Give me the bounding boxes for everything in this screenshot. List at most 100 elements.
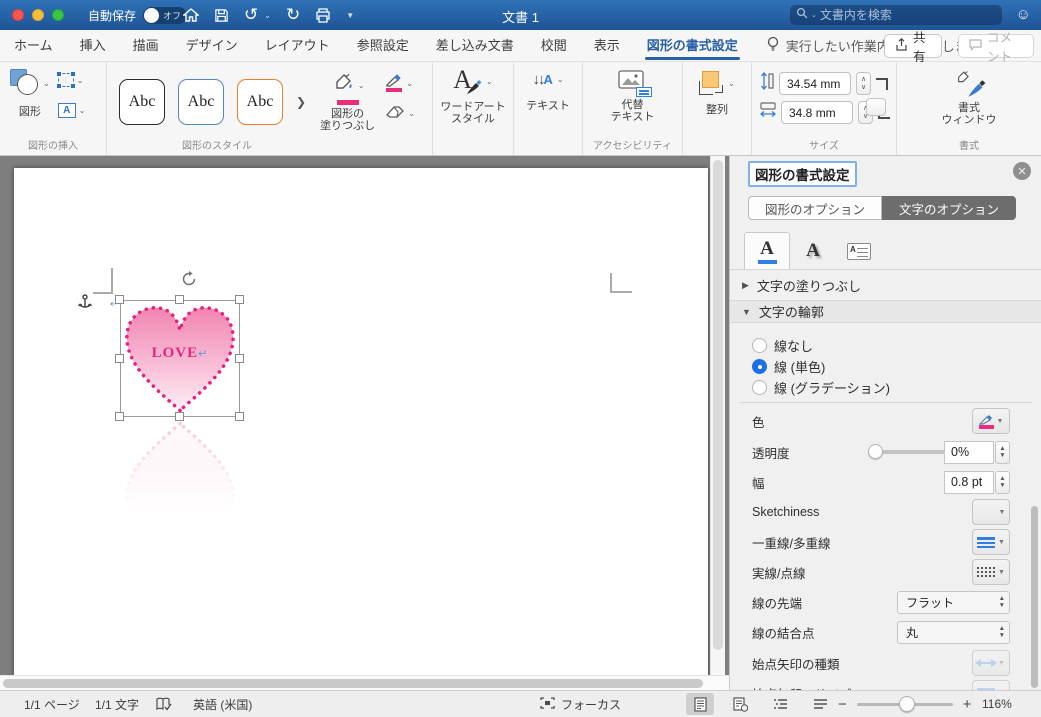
join-type-select[interactable]: 丸 ▲ ▼	[897, 620, 1010, 644]
compound-type-dropdown[interactable]: ▼	[972, 529, 1010, 555]
section-text-fill[interactable]: ▶ 文字の塗りつぶし	[730, 274, 1041, 297]
text-layout-tab[interactable]: A	[836, 232, 882, 270]
shape-style-blue[interactable]: Abc	[178, 79, 224, 125]
lock-aspect-ratio-button[interactable]	[866, 98, 886, 116]
spellcheck-icon[interactable]	[156, 691, 172, 717]
shape-outline-button[interactable]: ⌄	[385, 74, 415, 92]
tab-text-options[interactable]: 文字のオプション	[882, 196, 1017, 220]
word-count[interactable]: 1/1 文字	[95, 691, 139, 717]
zoom-in-icon[interactable]: +	[963, 696, 972, 713]
cap-type-select[interactable]: フラット ▲ ▼	[897, 590, 1010, 614]
save-icon[interactable]	[214, 8, 229, 23]
selection-handle-sw[interactable]	[115, 412, 124, 421]
pane-scrollbar-thumb[interactable]	[1031, 506, 1038, 688]
outline-view-button[interactable]	[766, 693, 794, 715]
shape-style-black[interactable]: Abc	[119, 79, 165, 125]
customize-toolbar-icon[interactable]: ▼	[346, 11, 354, 20]
shape-style-orange[interactable]: Abc	[237, 79, 283, 125]
format-pane-button[interactable]: 書式 ウィンドウ	[897, 62, 1041, 126]
undo-icon[interactable]: ↺	[244, 4, 258, 26]
width-stepper[interactable]: ▲ ▼	[995, 470, 1010, 494]
comments-button[interactable]: コメント	[958, 31, 1034, 64]
tab-shape-format[interactable]: 図形の書式設定	[644, 30, 740, 62]
zoom-out-icon[interactable]: −	[838, 696, 847, 713]
focus-mode-button[interactable]: フォーカス	[540, 691, 621, 717]
radio-solid-line[interactable]: 線 (単色)	[752, 357, 825, 376]
home-icon[interactable]	[183, 7, 199, 23]
feedback-smiley-icon[interactable]: ☺	[1016, 6, 1031, 23]
text-effects-tab[interactable]: A	[790, 232, 836, 270]
search-box[interactable]: ⌄	[790, 5, 1002, 25]
radio-gradient-line[interactable]: 線 (グラデーション)	[752, 378, 890, 397]
sketchiness-dropdown[interactable]: ▼	[972, 499, 1010, 525]
gallery-more-icon[interactable]: ❯	[296, 95, 306, 109]
tab-insert[interactable]: 挿入	[80, 30, 106, 62]
zoom-slider-knob[interactable]	[898, 695, 915, 712]
rotation-handle[interactable]	[181, 271, 197, 292]
selection-handle-nw[interactable]	[115, 295, 124, 304]
arrange-button[interactable]: ⌄ 整列	[683, 62, 751, 117]
print-layout-view-button[interactable]	[686, 693, 714, 715]
insert-shape-button[interactable]: ⌄ 図形	[10, 69, 50, 119]
horizontal-scrollbar[interactable]	[0, 675, 729, 690]
shape-fill-button[interactable]: ⌄ 図形の 塗りつぶし	[320, 72, 375, 132]
undo-dropdown-icon[interactable]: ⌄	[264, 11, 271, 20]
selection-handle-n[interactable]	[175, 295, 184, 304]
text-box-button[interactable]: A ⌄	[57, 103, 85, 118]
wordart-styles-button[interactable]: A ⌄ ワードアート スタイル	[433, 62, 513, 126]
zoom-window-button[interactable]	[52, 9, 64, 21]
alt-text-button[interactable]: 代替 テキスト	[583, 62, 682, 123]
tab-layout[interactable]: レイアウト	[265, 30, 330, 62]
selection-handle-se[interactable]	[235, 412, 244, 421]
section-text-outline[interactable]: ▼ 文字の輪郭	[730, 300, 1041, 323]
shape-height-field[interactable]: 34.54 mm	[779, 72, 851, 95]
document-page[interactable]: ↵ LOVE↵	[14, 168, 708, 690]
width-value-field[interactable]: 0.8 pt	[944, 470, 994, 494]
tell-me-box[interactable]: 実行したい作業内容を入力します	[767, 36, 981, 55]
selection-handle-ne[interactable]	[235, 295, 244, 304]
search-scope-chevron-icon[interactable]: ⌄	[811, 11, 817, 19]
page-count[interactable]: 1/1 ページ	[24, 691, 80, 717]
tab-home[interactable]: ホーム	[14, 30, 53, 62]
height-stepper[interactable]: ∧ ∨	[856, 72, 871, 95]
begin-arrow-type-dropdown[interactable]: ▼	[972, 650, 1010, 676]
pane-close-icon[interactable]: ✕	[1013, 162, 1031, 180]
outline-color-dropdown[interactable]: ▼	[972, 408, 1010, 434]
share-button[interactable]: 共有	[884, 31, 942, 64]
web-layout-view-button[interactable]	[726, 693, 754, 715]
draft-view-button[interactable]	[806, 693, 834, 715]
tab-design[interactable]: デザイン	[186, 30, 238, 62]
language-indicator[interactable]: 英語 (米国)	[193, 691, 252, 717]
autosave-toggle[interactable]: オフ	[143, 7, 188, 24]
selection-handle-s[interactable]	[175, 412, 184, 421]
transparency-stepper[interactable]: ▲ ▼	[995, 440, 1010, 464]
search-input[interactable]	[819, 8, 980, 22]
zoom-slider[interactable]	[856, 695, 953, 712]
text-fill-outline-tab[interactable]: A	[744, 232, 790, 270]
document-canvas[interactable]: ↵ LOVE↵	[0, 156, 729, 690]
close-window-button[interactable]	[12, 9, 24, 21]
tab-view[interactable]: 表示	[594, 30, 620, 62]
tab-review[interactable]: 校閲	[541, 30, 567, 62]
transparency-slider-knob[interactable]	[868, 444, 883, 459]
tab-mailings[interactable]: 差し込み文書	[436, 30, 514, 62]
selection-handle-e[interactable]	[235, 354, 244, 363]
zoom-percentage[interactable]: 116%	[982, 691, 1012, 717]
selection-handle-w[interactable]	[115, 354, 124, 363]
transparency-value-field[interactable]: 0%	[944, 440, 994, 464]
edit-points-button[interactable]: ⌄	[56, 72, 86, 88]
tab-shape-options[interactable]: 図形のオプション	[748, 196, 883, 220]
tab-references[interactable]: 参照設定	[357, 30, 409, 62]
horizontal-scrollbar-thumb[interactable]	[3, 679, 703, 688]
print-icon[interactable]	[315, 7, 331, 23]
vertical-scrollbar[interactable]	[710, 156, 725, 675]
shape-width-field[interactable]: 34.8 mm	[781, 101, 853, 124]
shapes-dropdown-icon[interactable]: ⌄	[43, 79, 50, 88]
tab-draw[interactable]: 描画	[133, 30, 159, 62]
redo-icon[interactable]: ↻	[286, 4, 300, 26]
text-direction-button[interactable]: ↓↓A ⌄ テキスト	[514, 62, 582, 113]
radio-no-line[interactable]: 線なし	[752, 336, 813, 355]
dash-type-dropdown[interactable]: ▼	[972, 559, 1010, 585]
minimize-window-button[interactable]	[32, 9, 44, 21]
shape-effects-button[interactable]: ⌄	[385, 104, 415, 123]
